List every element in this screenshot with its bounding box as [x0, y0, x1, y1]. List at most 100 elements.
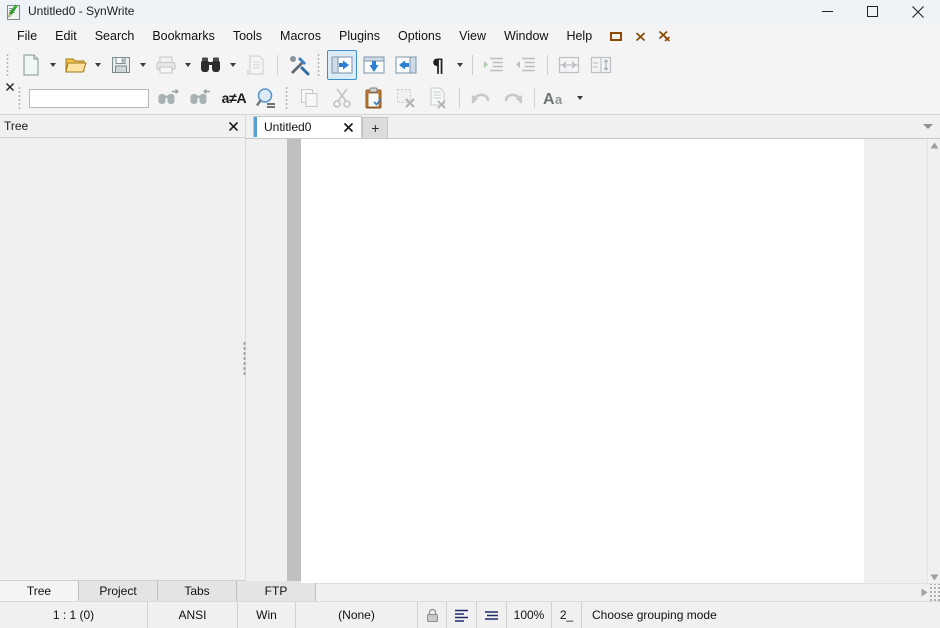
copy-button[interactable] [295, 83, 325, 113]
tools-button[interactable] [284, 50, 314, 80]
window-controls [805, 0, 940, 23]
hscroll-track[interactable] [246, 587, 928, 599]
mdi-window-controls [609, 29, 671, 43]
mdi-restore-icon[interactable] [609, 29, 623, 43]
menu-bar: File Edit Search Bookmarks Tools Macros … [0, 24, 940, 48]
left-panel-tabs: Tree Project Tabs FTP [0, 580, 245, 601]
editor-side: Untitled0 + [246, 115, 940, 601]
print-dropdown[interactable] [182, 51, 193, 79]
status-encoding[interactable]: ANSI [148, 602, 238, 628]
find-dropdown[interactable] [227, 51, 238, 79]
indent-decrease-button[interactable] [511, 50, 541, 80]
vertical-scrollbar[interactable] [927, 139, 940, 583]
mdi-close-icon[interactable] [633, 29, 647, 43]
undo-button[interactable] [466, 83, 496, 113]
search-toolbar-close-icon[interactable] [4, 82, 16, 115]
search-input[interactable] [29, 89, 149, 108]
indent-increase-button[interactable] [479, 50, 509, 80]
print-button[interactable] [151, 50, 181, 80]
new-file-dropdown[interactable] [47, 51, 58, 79]
maximize-button[interactable] [850, 0, 895, 23]
nav-down-button[interactable] [359, 50, 389, 80]
delete-selection-button[interactable] [391, 83, 421, 113]
menu-bookmarks[interactable]: Bookmarks [143, 25, 224, 47]
redo-button[interactable] [498, 83, 528, 113]
search-toolbar-grip[interactable] [17, 85, 24, 111]
menu-macros[interactable]: Macros [271, 25, 330, 47]
resize-grip[interactable] [928, 584, 940, 601]
left-dock-panel: Tree Tree Project Tabs FTP [0, 115, 246, 601]
change-case-button[interactable]: A a [541, 83, 573, 113]
scroll-down-icon[interactable] [930, 571, 939, 583]
panel-tab-tree[interactable]: Tree [0, 581, 79, 601]
tree-content[interactable] [0, 138, 245, 580]
panel-tab-tabs[interactable]: Tabs [158, 581, 237, 601]
tab-list-chevron-down-icon[interactable] [922, 121, 934, 131]
toolbar-separator [277, 55, 278, 75]
special-chars-dropdown[interactable] [454, 51, 465, 79]
cut-button[interactable] [327, 83, 357, 113]
editor-tab-close-icon[interactable] [341, 120, 355, 134]
tree-panel-header: Tree [0, 115, 245, 138]
menu-search[interactable]: Search [86, 25, 144, 47]
clear-document-button[interactable] [423, 83, 453, 113]
status-caret-position[interactable]: 1 : 1 (0) [0, 602, 148, 628]
nav-back-button[interactable] [327, 50, 357, 80]
menu-options[interactable]: Options [389, 25, 450, 47]
toolbar-separator-2 [472, 55, 473, 75]
status-hint: Choose grouping mode [582, 602, 940, 628]
toolbar-grip-2[interactable] [316, 52, 323, 78]
minimize-button[interactable] [805, 0, 850, 23]
editor-tab-untitled0[interactable]: Untitled0 [253, 116, 362, 138]
close-button[interactable] [895, 0, 940, 23]
split-vertical-button[interactable] [586, 50, 616, 80]
editor-text-area[interactable] [301, 139, 864, 583]
menu-file[interactable]: File [8, 25, 46, 47]
tree-panel-close-icon[interactable] [225, 118, 241, 134]
page-setup-button[interactable] [241, 50, 271, 80]
change-case-dropdown[interactable] [574, 84, 585, 112]
menu-help[interactable]: Help [557, 25, 601, 47]
nav-forward-button[interactable] [391, 50, 421, 80]
status-zoom[interactable]: 100% [507, 602, 552, 628]
status-tab-size[interactable]: 2_ [552, 602, 582, 628]
show-special-chars-button[interactable]: ¶ [423, 50, 453, 80]
open-file-button[interactable] [61, 50, 91, 80]
svg-text:a: a [555, 92, 563, 107]
paste-button[interactable] [359, 83, 389, 113]
find-button[interactable] [196, 50, 226, 80]
edit-toolbar-grip[interactable] [284, 85, 291, 111]
status-readonly-lock-icon[interactable] [418, 602, 447, 628]
editor-gutter[interactable] [287, 139, 301, 583]
search-options-button[interactable] [252, 83, 282, 113]
status-lexer[interactable]: (None) [296, 602, 418, 628]
new-tab-button[interactable]: + [362, 117, 388, 138]
menu-tools[interactable]: Tools [224, 25, 271, 47]
status-line-ends[interactable]: Win [238, 602, 296, 628]
search-toolbar: a≠A [0, 82, 940, 115]
menu-window[interactable]: Window [495, 25, 557, 47]
find-previous-button[interactable] [186, 83, 216, 113]
status-word-wrap-icon[interactable] [447, 602, 477, 628]
split-horizontal-button[interactable] [554, 50, 584, 80]
toolbar-separator-4 [459, 88, 460, 108]
scroll-up-icon[interactable] [930, 139, 939, 151]
find-next-button[interactable] [154, 83, 184, 113]
mdi-close-all-icon[interactable] [657, 29, 671, 43]
panel-tab-project[interactable]: Project [79, 581, 158, 601]
save-file-button[interactable] [106, 50, 136, 80]
menu-edit[interactable]: Edit [46, 25, 86, 47]
panel-tab-ftp[interactable]: FTP [237, 581, 316, 601]
match-case-button[interactable]: a≠A [218, 83, 250, 113]
save-file-dropdown[interactable] [137, 51, 148, 79]
toolbar-grip[interactable] [5, 52, 12, 78]
app-icon [6, 4, 22, 20]
scroll-right-icon[interactable] [921, 587, 928, 599]
open-file-dropdown[interactable] [92, 51, 103, 79]
status-indent-lines-icon[interactable] [477, 602, 507, 628]
panel-splitter[interactable] [243, 341, 246, 375]
menu-view[interactable]: View [450, 25, 495, 47]
menu-plugins[interactable]: Plugins [330, 25, 389, 47]
horizontal-scrollbar[interactable] [246, 583, 940, 601]
new-file-button[interactable] [16, 50, 46, 80]
